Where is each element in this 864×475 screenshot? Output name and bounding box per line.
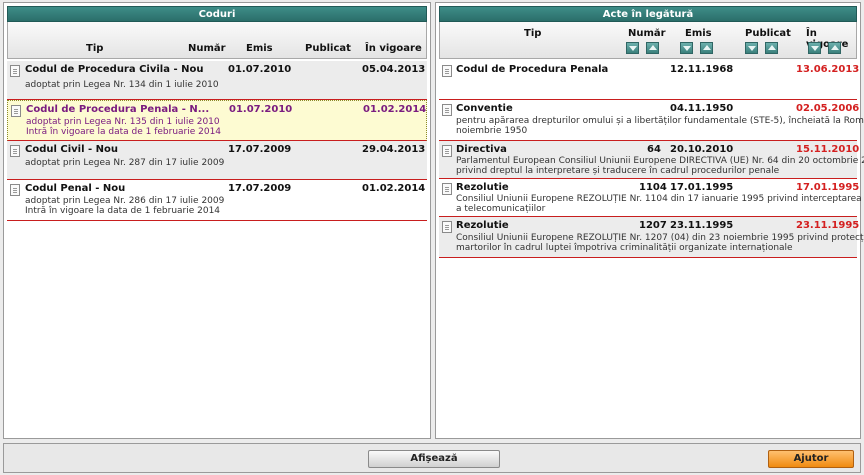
list-item-selected[interactable]: Codul de Procedura Penala - N... 01.07.2…: [7, 100, 427, 141]
row-title: Conventie: [456, 103, 513, 114]
document-icon: [442, 221, 452, 233]
coduri-panel-title: Coduri: [7, 6, 427, 22]
row-title: Codul de Procedura Penala - N...: [26, 104, 210, 115]
row-emis: 01.07.2010: [228, 64, 292, 75]
list-item[interactable]: Codul de Procedura Civila - Nou 01.07.20…: [7, 61, 427, 100]
col-tip[interactable]: Tip: [86, 43, 103, 54]
footer-bar: Afișează Ajutor: [3, 443, 861, 473]
col-numar[interactable]: Număr: [628, 28, 666, 39]
acte-panel: Acte în legătură Tip Număr Emis Publicat…: [435, 2, 864, 439]
col-tip[interactable]: Tip: [524, 28, 541, 39]
row-title: Codul de Procedura Penala: [456, 64, 609, 75]
row-numar: 64: [647, 144, 661, 155]
row-vigoare: 15.11.2010: [796, 144, 860, 155]
acte-list: Codul de Procedura Penala 12.11.1968 13.…: [439, 61, 864, 258]
row-emis: 12.11.1968: [670, 64, 734, 75]
row-title: Codul Penal - Nou: [25, 183, 126, 194]
list-item[interactable]: Codul Civil - Nou 17.07.2009 29.04.2013 …: [7, 141, 427, 180]
document-icon: [10, 145, 20, 157]
row-emis: 23.11.1995: [670, 220, 734, 231]
row-vigoare: 17.01.1995: [796, 182, 860, 193]
row-vigoare: 01.02.2014: [363, 104, 427, 115]
acte-panel-title: Acte în legătură: [439, 6, 857, 22]
list-item[interactable]: Codul Penal - Nou 17.07.2009 01.02.2014 …: [7, 180, 427, 221]
row-emis: 17.07.2009: [228, 144, 292, 155]
col-publicat[interactable]: Publicat: [745, 28, 791, 39]
list-item[interactable]: Conventie 04.11.1950 02.05.2006 pentru a…: [439, 100, 864, 141]
document-icon: [11, 105, 21, 117]
document-icon: [442, 145, 452, 157]
row-description-2: martorilor în cadrul luptei împotriva cr…: [456, 243, 793, 253]
coduri-panel: Coduri Tip Număr Emis Publicat În vigoar…: [3, 2, 431, 439]
row-emis: 20.10.2010: [670, 144, 734, 155]
row-numar: 1104: [639, 182, 667, 193]
row-title: Rezolutie: [456, 182, 509, 193]
row-emis: 01.07.2010: [229, 104, 293, 115]
sort-vigoare-desc-button[interactable]: [808, 42, 821, 54]
row-vigoare: 05.04.2013: [362, 64, 426, 75]
sort-vigoare-asc-button[interactable]: [828, 42, 841, 54]
sort-publicat-asc-button[interactable]: [765, 42, 778, 54]
row-description: adoptat prin Legea Nr. 134 din 1 iulie 2…: [25, 80, 219, 90]
col-vigoare[interactable]: În vigoare: [365, 43, 422, 54]
document-icon: [10, 65, 20, 77]
row-title: Rezolutie: [456, 220, 509, 231]
row-vigoare: 29.04.2013: [362, 144, 426, 155]
sort-numar-asc-button[interactable]: [646, 42, 659, 54]
row-description-2: Intră în vigoare la data de 1 februarie …: [26, 127, 222, 137]
sort-emis-asc-button[interactable]: [700, 42, 713, 54]
row-vigoare: 01.02.2014: [362, 183, 426, 194]
row-title: Directiva: [456, 144, 507, 155]
row-title: Codul Civil - Nou: [25, 144, 119, 155]
row-title: Codul de Procedura Civila - Nou: [25, 64, 204, 75]
row-emis: 04.11.1950: [670, 103, 734, 114]
acte-column-header: Tip Număr Emis Publicat În vigoare: [439, 22, 857, 59]
row-numar: 1207: [639, 220, 667, 231]
col-publicat[interactable]: Publicat: [305, 43, 351, 54]
show-button[interactable]: Afișează: [368, 450, 500, 468]
help-button[interactable]: Ajutor: [768, 450, 854, 468]
document-icon: [442, 183, 452, 195]
row-description: adoptat prin Legea Nr. 287 din 17 iulie …: [25, 158, 225, 168]
row-emis: 17.01.1995: [670, 182, 734, 193]
col-numar[interactable]: Număr: [188, 43, 226, 54]
sort-numar-desc-button[interactable]: [626, 42, 639, 54]
row-vigoare: 02.05.2006: [796, 103, 860, 114]
row-emis: 17.07.2009: [228, 183, 292, 194]
list-item[interactable]: Rezolutie 1104 17.01.1995 17.01.1995 Con…: [439, 179, 864, 217]
row-description-2: Intră în vigoare la data de 1 februarie …: [25, 206, 221, 216]
col-emis[interactable]: Emis: [246, 43, 273, 54]
document-icon: [10, 184, 20, 196]
list-item[interactable]: Codul de Procedura Penala 12.11.1968 13.…: [439, 61, 860, 100]
coduri-column-header: Tip Număr Emis Publicat În vigoare: [7, 22, 427, 59]
coduri-list: Codul de Procedura Civila - Nou 01.07.20…: [7, 61, 427, 221]
list-item[interactable]: Directiva 64 20.10.2010 15.11.2010 Parla…: [439, 141, 864, 179]
row-description-2: a telecomunicațiilor: [456, 204, 546, 214]
document-icon: [442, 65, 452, 77]
col-emis[interactable]: Emis: [685, 28, 712, 39]
row-description-2: noiembrie 1950: [456, 126, 528, 136]
row-vigoare: 23.11.1995: [796, 220, 860, 231]
list-item[interactable]: Rezolutie 1207 23.11.1995 23.11.1995 Con…: [439, 217, 864, 258]
sort-publicat-desc-button[interactable]: [745, 42, 758, 54]
row-vigoare: 13.06.2013: [796, 64, 860, 75]
sort-emis-desc-button[interactable]: [680, 42, 693, 54]
row-description-2: privind dreptul la interpretare și tradu…: [456, 166, 780, 176]
document-icon: [442, 104, 452, 116]
